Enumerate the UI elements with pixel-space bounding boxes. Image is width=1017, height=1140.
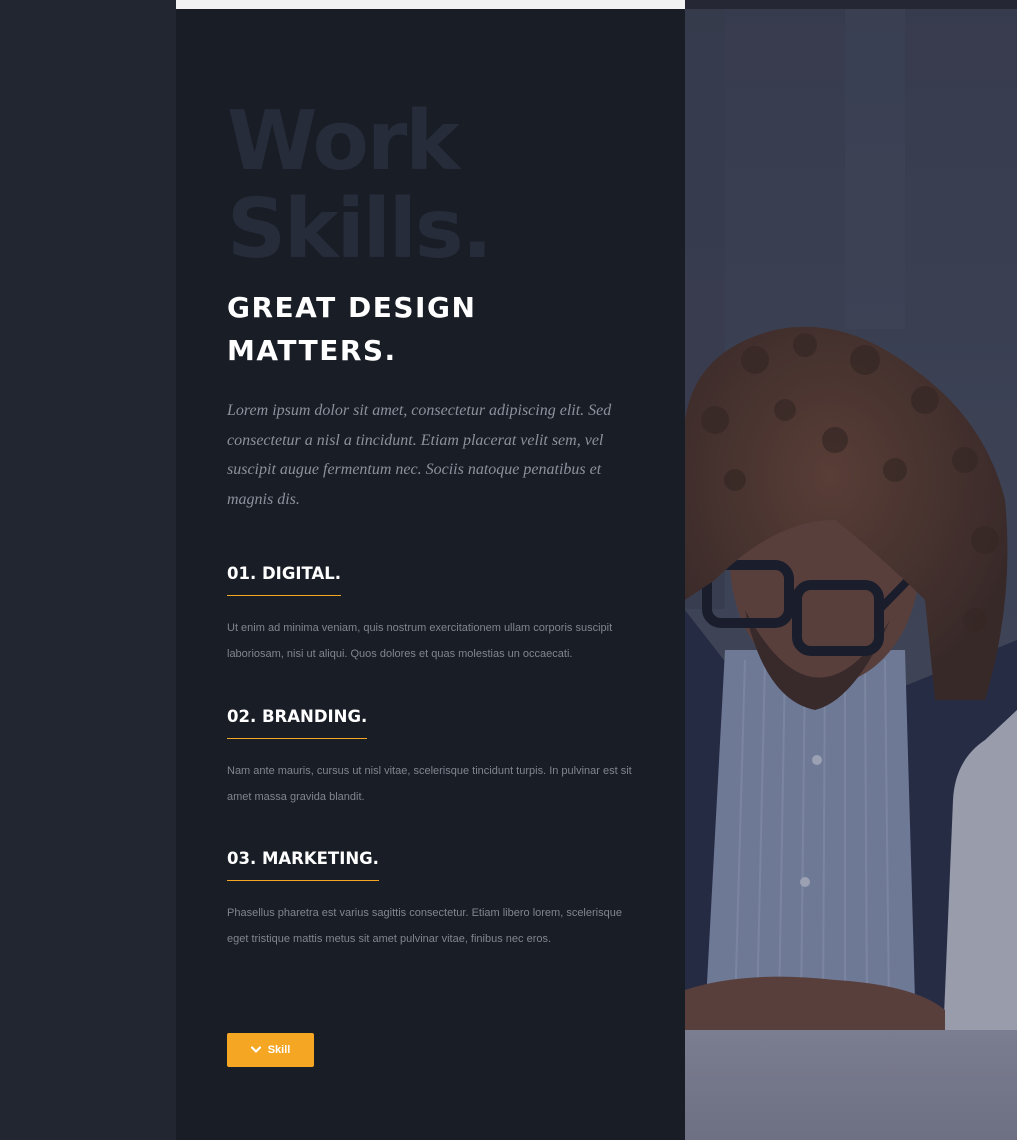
skill-button-label: Skill [267,1044,291,1056]
ghost-heading: Work Skills. [227,94,493,277]
ghost-heading-line2: Skills. [227,182,493,277]
skill-item-digital: 01. DIGITAL. Ut enim ad minima veniam, q… [227,563,647,667]
section-subtitle: GREAT DESIGN MATTERS. [227,286,607,372]
skill-number: 03. [227,849,257,868]
skill-name: DIGITAL. [261,564,342,583]
section-subtitle-line2: MATTERS. [227,334,397,367]
skill-name: MARKETING. [261,849,379,868]
skill-name: BRANDING. [261,707,368,726]
skill-heading: 02. BRANDING. [227,706,368,739]
skill-heading: 03. MARKETING. [227,848,379,881]
intro-paragraph: Lorem ipsum dolor sit amet, consectetur … [227,402,612,509]
ghost-heading-line1: Work [227,94,460,189]
skill-description: Ut enim ad minima veniam, quis nostrum e… [227,622,613,660]
skill-number: 02. [227,707,257,726]
section-subtitle-line1: GREAT DESIGN [227,291,477,324]
skill-item-marketing: 03. MARKETING. Phasellus pharetra est va… [227,848,647,952]
skill-description: Phasellus pharetra est varius sagittis c… [227,907,622,945]
skill-number: 01. [227,564,257,583]
skill-button[interactable]: Skill [227,1033,314,1067]
left-gutter [0,0,176,1140]
skill-heading: 01. DIGITAL. [227,563,342,596]
skill-item-branding: 02. BRANDING. Nam ante mauris, cursus ut… [227,706,647,810]
chevron-down-icon [250,1046,261,1053]
hero-photo [685,0,1017,1140]
skill-description: Nam ante mauris, cursus ut nisl vitae, s… [227,765,632,803]
person-at-laptop-photo [685,0,1017,1140]
top-strip [176,0,685,9]
